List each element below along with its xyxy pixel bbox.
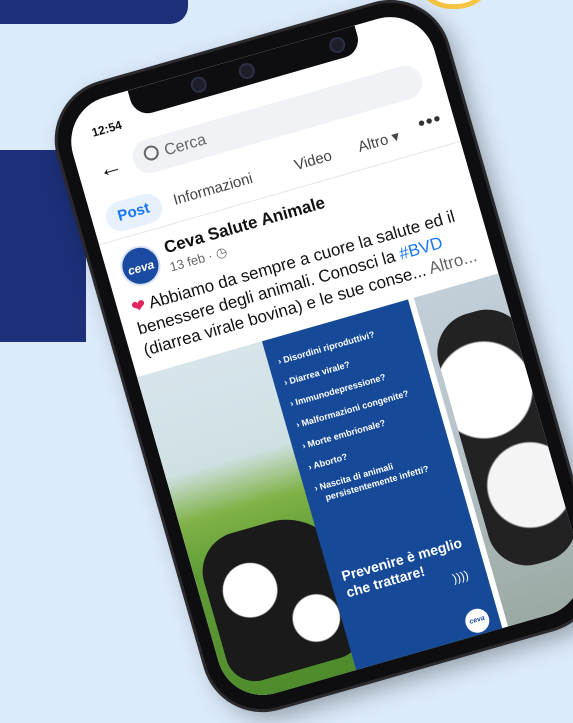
camera-icon <box>327 35 348 55</box>
search-icon <box>141 143 161 163</box>
search-placeholder: Cerca <box>162 131 209 160</box>
camera-icon <box>188 74 209 95</box>
ceva-logo: ceva <box>462 605 493 636</box>
phone-frame: 12:54 ← Cerca Post Informazioni Video Al… <box>44 0 573 723</box>
phone-screen: 12:54 ← Cerca Post Informazioni Video Al… <box>60 6 573 706</box>
tab-video[interactable]: Video <box>291 141 336 180</box>
sensor-icon <box>236 61 257 81</box>
decor-circle <box>412 0 496 9</box>
top-decor-block <box>0 0 188 24</box>
ad-bullet: › Disordini riproduttivi? <box>276 329 376 367</box>
tab-altro-dropdown[interactable]: Altro ▾ <box>354 122 403 163</box>
ad-bullet: › Aborto? <box>307 451 349 473</box>
tab-informazioni[interactable]: Informazioni <box>170 164 257 215</box>
chevrons-icon: )))) <box>450 567 471 586</box>
back-arrow-icon[interactable]: ← <box>95 152 126 185</box>
ad-slogan: Prevenire è meglio che trattare! <box>339 534 464 601</box>
avatar[interactable]: ceva <box>115 241 166 291</box>
status-time: 12:54 <box>90 117 124 140</box>
